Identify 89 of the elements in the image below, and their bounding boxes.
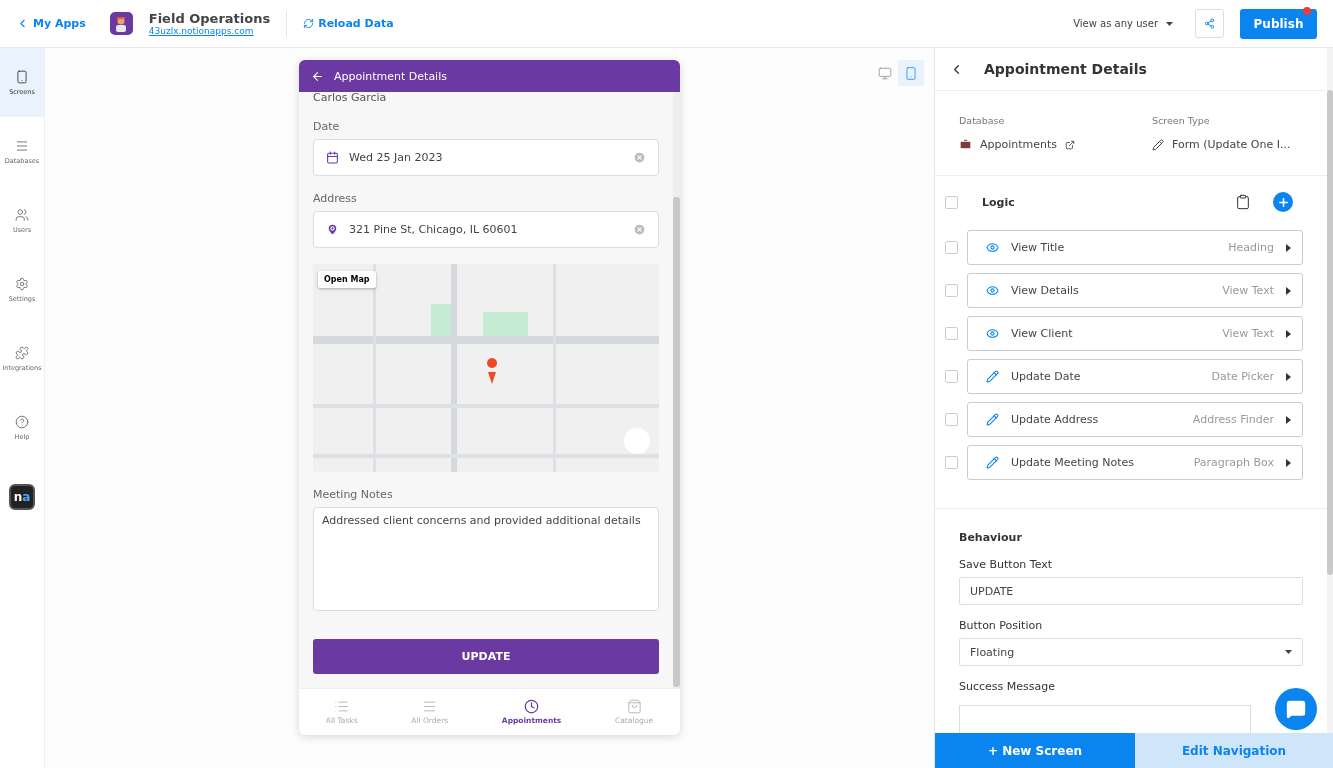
calendar-icon <box>326 151 339 164</box>
checkbox[interactable] <box>945 413 958 426</box>
panel-title: Appointment Details <box>984 61 1147 77</box>
caret-right-icon <box>1286 286 1292 295</box>
settings-icon <box>15 276 29 291</box>
refresh-icon <box>303 18 315 29</box>
component-item[interactable]: View Client View Text <box>967 316 1303 351</box>
view-as-dropdown[interactable]: View as any user <box>1067 17 1179 30</box>
pencil-icon <box>986 370 999 383</box>
checkbox[interactable] <box>945 456 958 469</box>
scrollbar-thumb[interactable] <box>673 197 680 687</box>
checkbox[interactable] <box>945 195 958 209</box>
eye-icon <box>986 241 999 254</box>
component-item[interactable]: Update Address Address Finder <box>967 402 1303 437</box>
chat-button[interactable] <box>1275 688 1317 730</box>
publish-button[interactable]: Publish <box>1240 8 1317 39</box>
pencil-icon <box>1152 138 1164 151</box>
date-field[interactable]: Wed 25 Jan 2023 <box>313 139 659 176</box>
mobile-view-button[interactable] <box>898 60 924 86</box>
field-label: Meeting Notes <box>313 488 394 501</box>
field-label: Date <box>313 120 341 133</box>
app-name: Field Operations <box>148 11 271 26</box>
screen-title: Appointment Details <box>334 69 447 83</box>
eye-icon <box>986 327 999 340</box>
phone-icon <box>15 69 29 84</box>
logic-label: Logic <box>982 195 1016 209</box>
map-pin-icon <box>326 223 339 236</box>
my-apps-link[interactable]: My Apps <box>16 17 86 30</box>
reload-data-button[interactable]: Reload Data <box>303 17 394 30</box>
clear-icon[interactable] <box>633 223 646 236</box>
menu-icon <box>422 699 438 714</box>
component-item[interactable]: View Details View Text <box>967 273 1303 308</box>
eye-icon <box>986 284 999 297</box>
briefcase-icon <box>959 138 972 151</box>
checkbox[interactable] <box>945 241 958 254</box>
pencil-icon <box>986 456 999 469</box>
database-name: Appointments <box>980 138 1058 151</box>
app-url-link[interactable]: 43uzlx.notionapps.com <box>148 26 271 36</box>
puzzle-icon <box>15 345 29 360</box>
logo: na <box>9 484 35 510</box>
position-select[interactable]: Floating <box>959 638 1303 666</box>
open-map-button[interactable]: Open Map <box>318 271 376 288</box>
monitor-icon <box>878 65 892 81</box>
caret-right-icon <box>1286 415 1292 424</box>
clear-icon[interactable] <box>633 151 646 164</box>
address-field[interactable]: 321 Pine St, Chicago, IL 60601 <box>313 211 659 248</box>
caret-down-icon <box>1166 21 1173 26</box>
update-button[interactable]: UPDATE <box>313 639 659 674</box>
screen-type: Form (Update One I... <box>1172 138 1291 151</box>
checkbox[interactable] <box>945 284 958 297</box>
database-label: Database <box>959 115 1006 126</box>
caret-right-icon <box>1286 458 1292 467</box>
clock-icon <box>524 699 540 714</box>
field-label: Save Button Text <box>959 558 1054 571</box>
component-item[interactable]: View Title Heading <box>967 230 1303 265</box>
help-icon <box>15 414 29 429</box>
pencil-icon <box>986 413 999 426</box>
list-icon <box>15 138 29 153</box>
back-icon[interactable] <box>311 69 324 83</box>
component-item[interactable]: Update Date Date Picker <box>967 359 1303 394</box>
field-label: Button Position <box>959 619 1044 632</box>
new-screen-button[interactable]: + New Screen <box>935 733 1135 768</box>
field-label: Success Message <box>959 680 1056 693</box>
component-item[interactable]: Update Meeting Notes Paragraph Box <box>967 445 1303 480</box>
phone-icon <box>904 65 918 81</box>
bag-icon <box>626 699 642 714</box>
plus-icon <box>1276 195 1290 209</box>
clipboard-icon[interactable] <box>1235 194 1251 210</box>
users-icon <box>15 207 29 222</box>
app-icon <box>109 12 133 35</box>
screen-type-label: Screen Type <box>1152 115 1211 126</box>
list-icon <box>334 699 350 714</box>
checkbox[interactable] <box>945 327 958 340</box>
caret-right-icon <box>1286 372 1292 381</box>
share-button[interactable] <box>1195 9 1224 38</box>
share-icon <box>1204 18 1215 29</box>
notes-field[interactable]: Addressed client concerns and provided additional details <box>313 507 659 611</box>
caret-right-icon <box>1286 243 1292 252</box>
section-heading: Behaviour <box>959 531 1023 544</box>
save-text-field[interactable]: UPDATE <box>959 577 1303 605</box>
caret-right-icon <box>1286 329 1292 338</box>
add-button[interactable] <box>1273 192 1293 212</box>
external-link-icon[interactable] <box>1065 139 1076 150</box>
chat-icon <box>1286 699 1306 719</box>
field-label: Address <box>313 192 358 205</box>
caret-down-icon <box>1285 650 1292 654</box>
checkbox[interactable] <box>945 370 958 383</box>
scrollbar-thumb[interactable] <box>1327 90 1333 575</box>
client-name: Carlos Garcia <box>313 92 388 104</box>
